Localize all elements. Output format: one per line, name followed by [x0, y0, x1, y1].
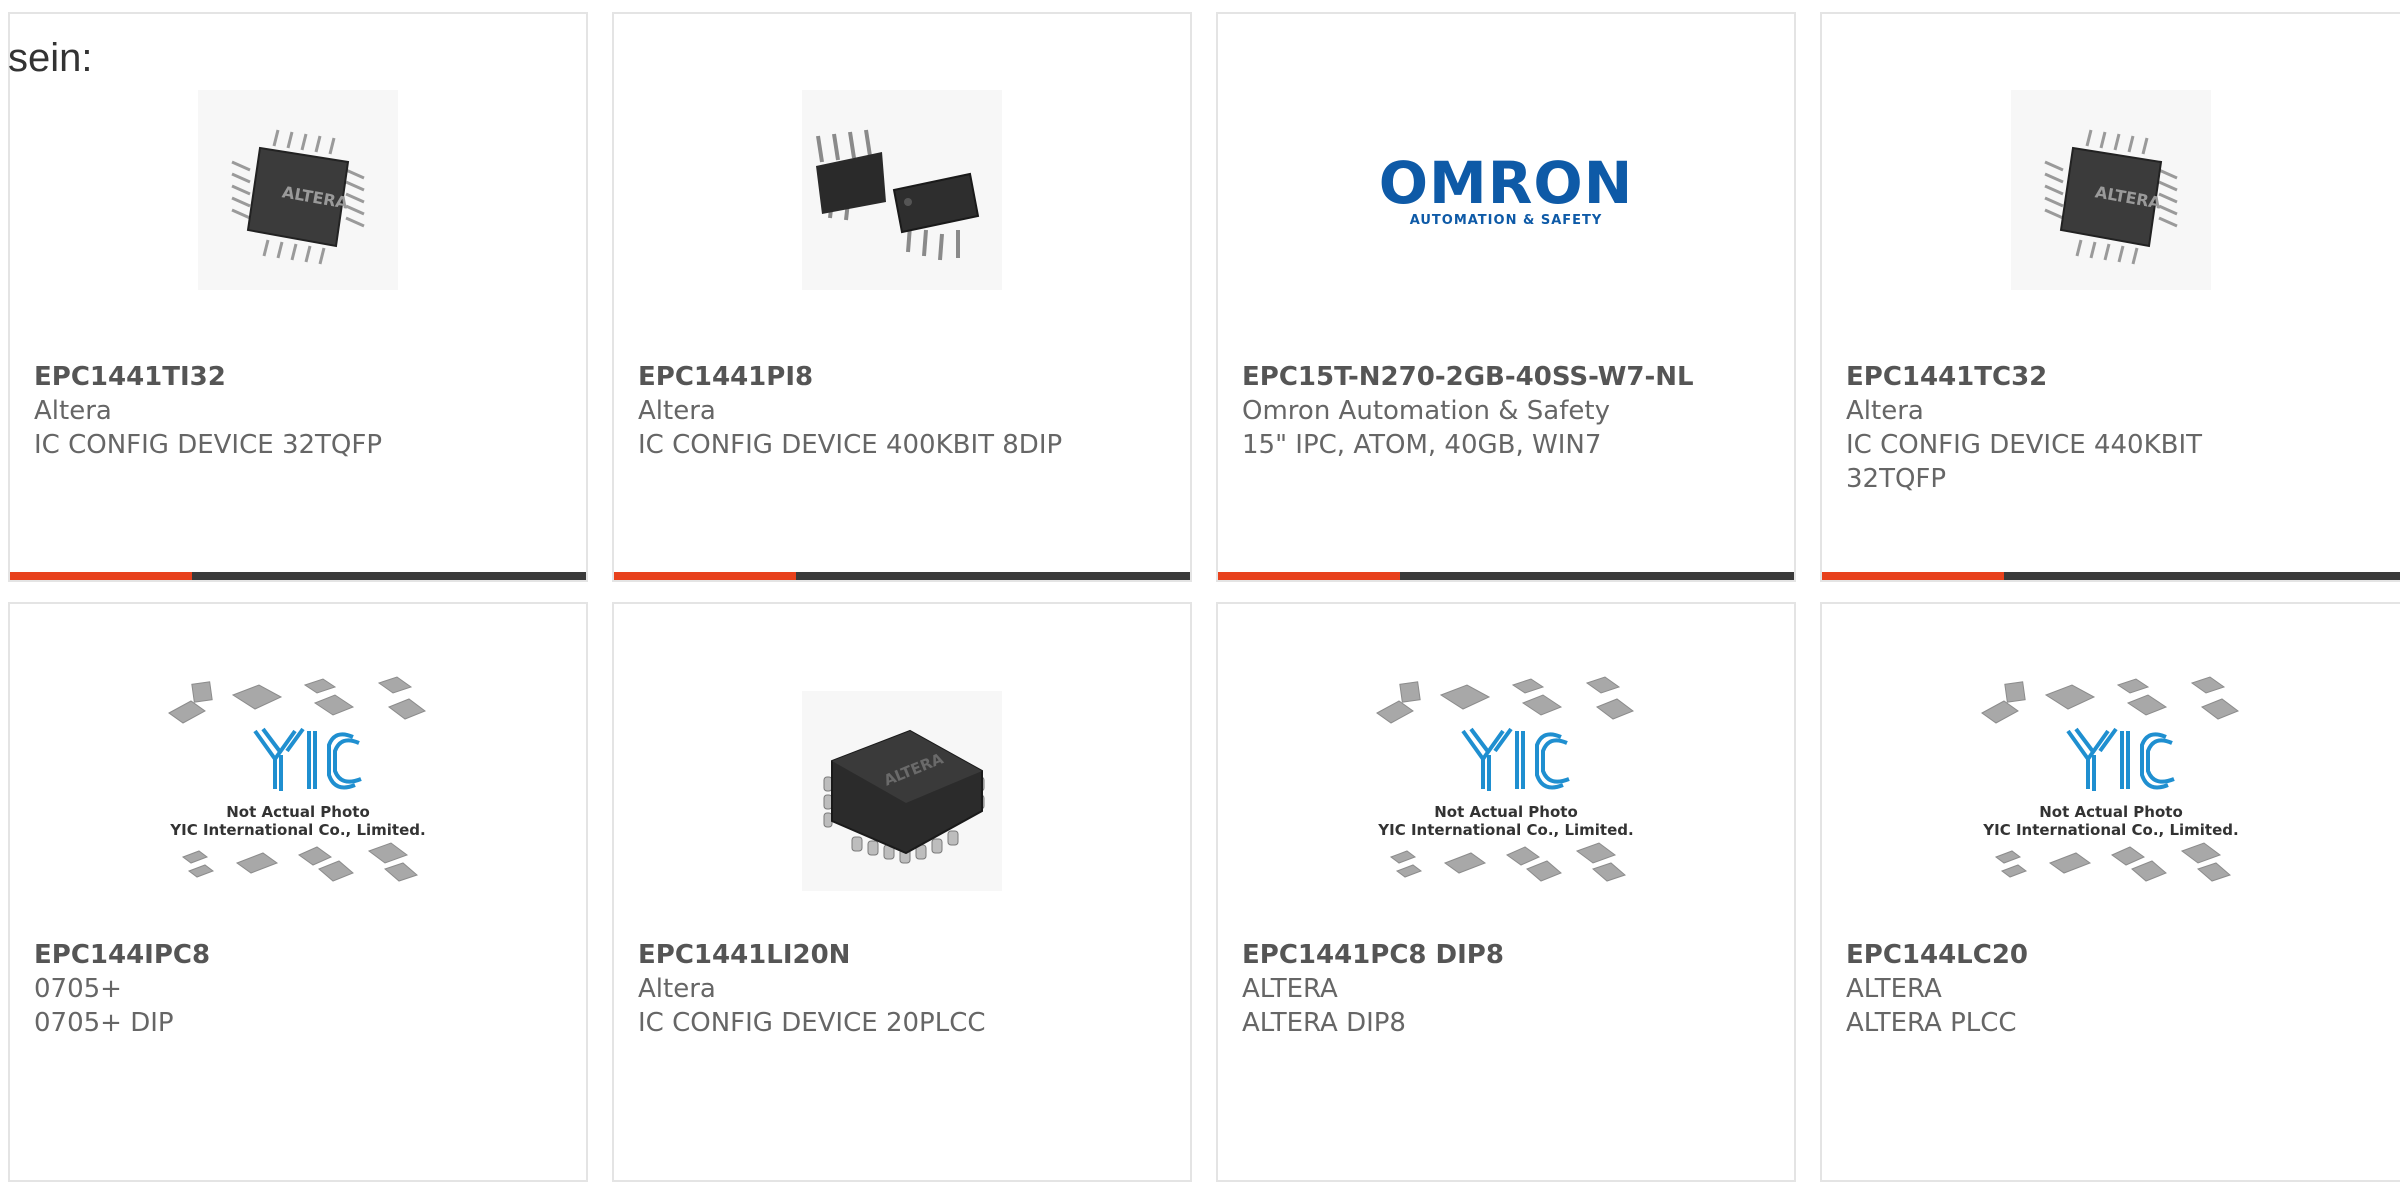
omron-logo-image[interactable]: OMRON AUTOMATION & SAFETY — [1218, 80, 1794, 300]
placeholder-line2: YIC International Co., Limited. — [1377, 821, 1633, 839]
product-card[interactable]: ALTERA EPC1441LI20N Altera IC CONFIG DEV… — [612, 602, 1192, 1182]
tqfp-chip-image[interactable]: ALTERA — [10, 80, 586, 300]
manufacturer-label: 0705+ — [34, 974, 122, 1004]
product-info: EPC1441PC8 DIP8 ALTERA ALTERA DIP8 — [1242, 938, 1770, 1040]
product-card[interactable]: OMRON AUTOMATION & SAFETY EPC15T-N270-2G… — [1216, 12, 1796, 582]
card-accent-bar — [1822, 572, 2004, 580]
card-bottom-bar — [614, 572, 1190, 580]
yic-placeholder-image[interactable]: Not Actual Photo YIC International Co., … — [1822, 676, 2400, 906]
manufacturer-label: Omron Automation & Safety — [1242, 396, 1610, 426]
manufacturer-label: Altera — [34, 396, 112, 426]
part-number-link[interactable]: EPC1441PC8 DIP8 — [1242, 938, 1770, 972]
card-accent-bar — [1218, 572, 1400, 580]
description-label: 0705+ DIP — [34, 1008, 174, 1038]
card-accent-bar — [10, 572, 192, 580]
product-card[interactable]: Not Actual Photo YIC International Co., … — [8, 602, 588, 1182]
product-info: EPC15T-N270-2GB-40SS-W7-NL Omron Automat… — [1242, 360, 1770, 462]
product-card[interactable]: ALTERA EPC1441TI32 Altera IC CONFIG DEVI… — [8, 12, 588, 582]
description-label: ALTERA PLCC — [1846, 1008, 2017, 1038]
part-number-link[interactable]: EPC144LC20 — [1846, 938, 2376, 972]
intro-text: sein: — [8, 36, 93, 80]
product-card[interactable]: Not Actual Photo YIC International Co., … — [1820, 602, 2400, 1182]
plcc-chip-image[interactable]: ALTERA — [614, 676, 1190, 906]
part-number-link[interactable]: EPC1441TC32 — [1846, 360, 2376, 394]
description-label: IC CONFIG DEVICE 20PLCC — [638, 1008, 986, 1038]
description-label: IC CONFIG DEVICE 440KBIT 32TQFP — [1846, 430, 2203, 494]
placeholder-line1: Not Actual Photo — [1434, 803, 1578, 821]
yic-placeholder-image[interactable]: Not Actual Photo YIC International Co., … — [10, 676, 586, 906]
description-label: ALTERA DIP8 — [1242, 1008, 1406, 1038]
omron-logo-tagline: AUTOMATION & SAFETY — [1409, 212, 1603, 228]
product-card[interactable]: EPC1441PI8 Altera IC CONFIG DEVICE 400KB… — [612, 12, 1192, 582]
part-number-link[interactable]: EPC1441TI32 — [34, 360, 562, 394]
dip8-chip-image[interactable] — [614, 80, 1190, 300]
product-card[interactable]: Not Actual Photo YIC International Co., … — [1216, 602, 1796, 1182]
product-info: EPC1441TC32 Altera IC CONFIG DEVICE 440K… — [1846, 360, 2376, 496]
yic-placeholder-image[interactable]: Not Actual Photo YIC International Co., … — [1218, 676, 1794, 906]
part-number-link[interactable]: EPC15T-N270-2GB-40SS-W7-NL — [1242, 360, 1770, 394]
part-number-link[interactable]: EPC1441LI20N — [638, 938, 1166, 972]
description-label: IC CONFIG DEVICE 400KBIT 8DIP — [638, 430, 1063, 460]
card-bottom-bar — [10, 572, 586, 580]
product-card[interactable]: ALTERA EPC1441TC32 Altera IC CONFIG DEVI… — [1820, 12, 2400, 582]
card-accent-bar — [614, 572, 796, 580]
omron-logo-text: OMRON — [1378, 148, 1634, 217]
description-label: 15" IPC, ATOM, 40GB, WIN7 — [1242, 430, 1602, 460]
tqfp-chip-image[interactable]: ALTERA — [1822, 80, 2400, 300]
card-bottom-bar — [1822, 572, 2400, 580]
product-info: EPC144IPC8 0705+ 0705+ DIP — [34, 938, 562, 1040]
product-info: EPC1441PI8 Altera IC CONFIG DEVICE 400KB… — [638, 360, 1166, 462]
manufacturer-label: Altera — [1846, 396, 1924, 426]
product-info: EPC144LC20 ALTERA ALTERA PLCC — [1846, 938, 2376, 1040]
part-number-link[interactable]: EPC1441PI8 — [638, 360, 1166, 394]
placeholder-line2: YIC International Co., Limited. — [169, 821, 425, 839]
part-number-link[interactable]: EPC144IPC8 — [34, 938, 562, 972]
description-label: IC CONFIG DEVICE 32TQFP — [34, 430, 383, 460]
placeholder-line2: YIC International Co., Limited. — [1982, 821, 2238, 839]
placeholder-line1: Not Actual Photo — [2039, 803, 2183, 821]
card-bottom-bar — [1218, 572, 1794, 580]
manufacturer-label: ALTERA — [1846, 974, 1942, 1004]
product-info: EPC1441LI20N Altera IC CONFIG DEVICE 20P… — [638, 938, 1166, 1040]
product-info: EPC1441TI32 Altera IC CONFIG DEVICE 32TQ… — [34, 360, 562, 462]
manufacturer-label: Altera — [638, 396, 716, 426]
placeholder-line1: Not Actual Photo — [226, 803, 370, 821]
manufacturer-label: ALTERA — [1242, 974, 1338, 1004]
manufacturer-label: Altera — [638, 974, 716, 1004]
